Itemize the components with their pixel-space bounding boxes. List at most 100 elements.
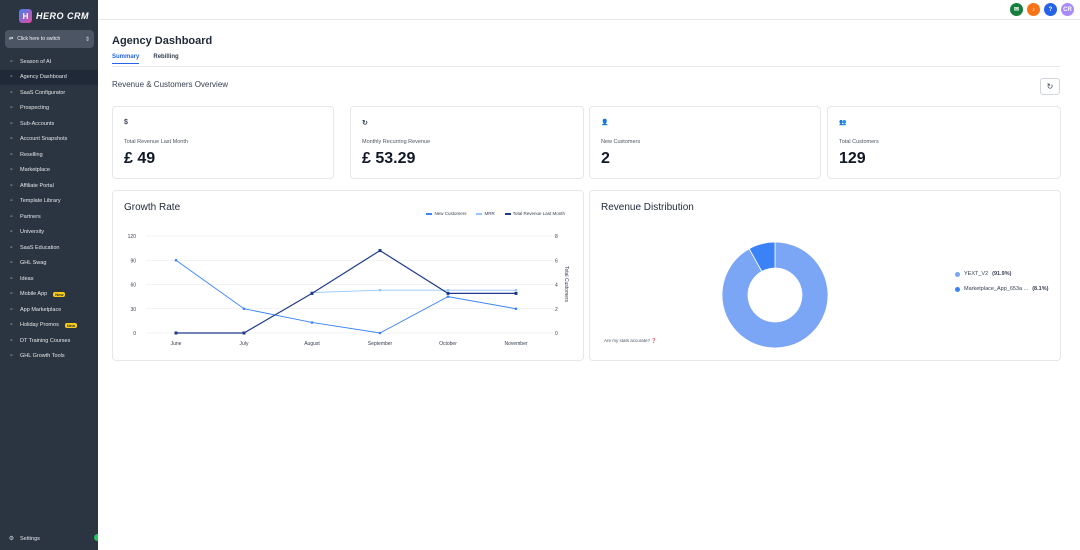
users-icon: 👥	[839, 120, 847, 126]
logo-text: HERO CRM	[36, 11, 89, 21]
account-switcher[interactable]: ⇄ Click here to switch ⇕	[5, 30, 94, 48]
page-title: Agency Dashboard	[112, 35, 213, 47]
sidebar-item-university[interactable]: ▫ University	[0, 225, 98, 241]
sidebar-item-reselling[interactable]: ▫ Reselling	[0, 147, 98, 163]
users-icon: ▫	[10, 120, 13, 127]
sidebar-nav: ▫ Season of AI ▫ Agency Dashboard ▫ SaaS Conf…	[0, 54, 98, 364]
sidebar-item-label: DT Training Courses	[20, 337, 71, 344]
graduation-icon: ▫	[10, 229, 13, 236]
legend-dot	[955, 271, 960, 277]
y-right-tick-label: 4	[555, 283, 558, 289]
sidebar-item-settings[interactable]: ⚙ Settings	[0, 535, 98, 543]
tab-rebilling[interactable]: Rebilling	[153, 54, 178, 64]
data-point	[378, 249, 382, 253]
kpi-value: £ 53.29	[362, 150, 416, 167]
help-icon[interactable]: ?	[1044, 3, 1057, 16]
data-point	[514, 288, 518, 292]
avatar[interactable]: CR	[1061, 3, 1074, 16]
data-point	[310, 321, 314, 324]
sidebar-item-account-snapshots[interactable]: ▫ Account Snapshots	[0, 132, 98, 148]
kpi-card-total-revenue: $ Total Revenue Last Month £ 49	[112, 106, 334, 179]
sidebar-item-label: Partners	[20, 213, 41, 220]
sidebar-item-label: GHL Swag	[20, 260, 47, 267]
x-tick-label: September	[368, 341, 393, 347]
y-right-tick-label: 0	[555, 331, 558, 337]
y-tick-label: 30	[130, 307, 136, 313]
kpi-label: Total Customers	[839, 139, 879, 145]
x-tick-label: October	[439, 341, 457, 347]
recurring-icon: ↻	[362, 120, 368, 127]
sidebar-item-label: Template Library	[20, 198, 61, 205]
dollar-icon: $	[124, 119, 128, 126]
sidebar-item-label: Mobile App	[20, 291, 48, 298]
sidebar-item-label: Prospecting	[20, 105, 50, 112]
sidebar-item-template-library[interactable]: ▫ Template Library	[0, 194, 98, 210]
sidebar-item-season-of-ai[interactable]: ▫ Season of AI	[0, 54, 98, 70]
sidebar-item-label: University	[20, 229, 45, 236]
y-tick-label: 90	[130, 258, 136, 264]
data-point	[174, 258, 178, 262]
legend-item[interactable]: Marketplace_App_653a ... (8.1%)	[955, 286, 1048, 292]
legend-item[interactable]: YEXT_V2 (91.9%)	[955, 271, 1048, 277]
sidebar-item-prospecting[interactable]: ▫ Prospecting	[0, 101, 98, 117]
switch-icon: ⇄	[9, 36, 14, 42]
bell-icon[interactable]: ♪	[1027, 3, 1040, 16]
tab-summary[interactable]: Summary	[112, 54, 140, 64]
sidebar-item-agency-dashboard[interactable]: ▫ Agency Dashboard	[0, 69, 98, 85]
lightbulb-icon: ▫	[10, 275, 13, 282]
sidebar-item-ghl-growth-tools[interactable]: ▫ GHL Growth Tools	[0, 349, 98, 365]
gear-icon: ⚙	[8, 536, 15, 542]
logo[interactable]: H HERO CRM	[0, 0, 98, 26]
x-tick-label: July	[240, 341, 249, 347]
stats-accuracy-link[interactable]: Are my stats accurate? ❓	[604, 338, 657, 344]
y-right-tick-label: 6	[555, 258, 558, 264]
kpi-label: Total Revenue Last Month	[124, 139, 188, 145]
sidebar-item-ghl-swag[interactable]: ▫ GHL Swag	[0, 256, 98, 272]
legend-pct: (8.1%)	[1032, 286, 1049, 292]
sidebar-item-label: Season of AI	[20, 58, 52, 65]
revenue-distribution-card: Revenue Distribution YEXT_V2 (91.9%) Mar…	[589, 190, 1061, 361]
legend-name: Marketplace_App_653a ...	[964, 286, 1029, 292]
main-content: Agency Dashboard Summary Rebilling Reven…	[98, 20, 1080, 550]
legend-dot	[955, 286, 960, 292]
x-tick-label: August	[304, 341, 320, 347]
megaphone-icon[interactable]: ✉	[1010, 3, 1023, 16]
new-badge: New	[53, 291, 66, 297]
sparkle-icon: ▫	[10, 58, 13, 65]
sidebar-item-marketplace[interactable]: ▫ Marketplace	[0, 163, 98, 179]
tabs: Summary Rebilling	[112, 54, 179, 64]
sidebar-item-label: SaaS Education	[20, 244, 60, 251]
play-icon: ▫	[10, 337, 13, 344]
sidebar-item-sub-accounts[interactable]: ▫ Sub-Accounts	[0, 116, 98, 132]
sidebar-item-ideas[interactable]: ▫ Ideas	[0, 271, 98, 287]
sidebar-item-affiliate-portal[interactable]: ▫ Affiliate Portal	[0, 178, 98, 194]
sidebar-item-mobile-app[interactable]: ▫ Mobile App New	[0, 287, 98, 303]
data-point	[310, 291, 314, 295]
library-icon: ▫	[10, 198, 13, 205]
sidebar-item-holiday-promos[interactable]: ▫ Holiday Promos New	[0, 318, 98, 334]
sidebar-item-label: GHL Growth Tools	[20, 353, 65, 360]
sidebar-item-label: Holiday Promos	[20, 322, 59, 329]
sidebar-item-saas-configurator[interactable]: ▫ SaaS Configurator	[0, 85, 98, 101]
sidebar-item-dt-training-courses[interactable]: ▫ DT Training Courses	[0, 333, 98, 349]
legend-pct: (91.9%)	[992, 271, 1012, 277]
kpi-label: New Customers	[601, 139, 641, 145]
sidebar-item-label: Ideas	[20, 275, 34, 282]
target-icon: ▫	[10, 105, 13, 112]
sidebar-item-label: Sub-Accounts	[20, 120, 55, 127]
cart-icon: ▫	[10, 151, 13, 158]
x-tick-label: June	[171, 341, 182, 347]
switcher-label: Click here to switch	[17, 36, 61, 42]
sidebar-item-saas-education[interactable]: ▫ SaaS Education	[0, 240, 98, 256]
people-icon: ▫	[10, 182, 13, 189]
info-icon: ❓	[651, 338, 657, 343]
store-icon: ▫	[10, 167, 13, 174]
education-icon: ▫	[10, 244, 13, 251]
refresh-button[interactable]: ↻	[1040, 78, 1060, 95]
growth-rate-card: Growth Rate New Customers MRR Total Reve…	[112, 190, 584, 361]
growth-icon: ▫	[10, 353, 13, 360]
top-bar: ✉ ♪ ? CR	[98, 0, 1080, 20]
sidebar-item-label: Account Snapshots	[20, 136, 68, 143]
sidebar-item-app-marketplace[interactable]: ▫ App Marketplace	[0, 302, 98, 318]
sidebar-item-partners[interactable]: ▫ Partners	[0, 209, 98, 225]
